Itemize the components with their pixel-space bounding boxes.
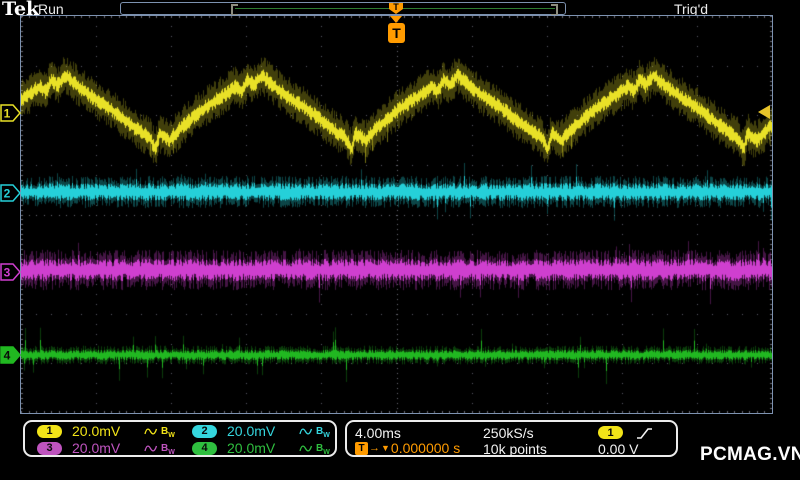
- channel-1-readout[interactable]: 1 20.0mV BW: [25, 423, 180, 439]
- channel-2-badge: 2: [192, 424, 217, 438]
- trigger-level-value: 0.00 V: [598, 441, 639, 457]
- bandwidth-limit-icon: BW: [161, 442, 175, 456]
- trigger-position-badge[interactable]: T: [388, 23, 405, 43]
- trigger-position-arrow-icon[interactable]: [390, 16, 402, 23]
- trigger-source-badge[interactable]: 1: [598, 426, 623, 439]
- channel-3-position-marker[interactable]: 3: [0, 263, 22, 281]
- ac-sine-icon: [144, 445, 158, 451]
- bandwidth-limit-icon: BW: [316, 425, 330, 439]
- channel-2-readout[interactable]: 2 20.0mV BW: [180, 423, 335, 439]
- channel-2-position-marker[interactable]: 2: [0, 184, 22, 202]
- rising-edge-icon: [637, 428, 652, 439]
- channel-readout-box[interactable]: 1 20.0mV BW 2 20.0mV BW 3 20.0mV BW 4 20.0mV BW: [23, 420, 337, 457]
- channel-readout-row: 3 20.0mV BW 4 20.0mV BW: [25, 440, 335, 456]
- channel-4-readout[interactable]: 4 20.0mV BW: [180, 440, 335, 456]
- channel-4-position-marker[interactable]: 4: [0, 346, 22, 364]
- svg-text:2: 2: [4, 187, 11, 201]
- channel-1-position-marker[interactable]: 1: [0, 104, 22, 122]
- oscilloscope-screen: Tek Run T Trig'd T 1234 1 20.0mV BW 2 20.0mV…: [0, 0, 800, 480]
- channel-readout-row: 1 20.0mV BW 2 20.0mV BW: [25, 423, 335, 439]
- channel-4-badge: 4: [192, 441, 217, 455]
- ac-sine-icon: [299, 428, 313, 434]
- trigger-position-value: 0.000000 s: [390, 440, 461, 456]
- trigger-position-readout: T → ▼ 0.000000 s: [355, 440, 460, 456]
- arrow-down-icon: ▼: [381, 443, 390, 453]
- bandwidth-limit-icon: BW: [316, 442, 330, 456]
- trigger-level-arrow-icon[interactable]: [757, 104, 771, 120]
- svg-text:1: 1: [4, 107, 11, 121]
- svg-text:3: 3: [4, 266, 11, 280]
- channel-3-badge: 3: [37, 441, 62, 455]
- sample-rate-value: 250kS/s: [483, 425, 534, 441]
- record-trigger-marker-icon[interactable]: T: [389, 3, 403, 14]
- trigger-t-icon: T: [355, 441, 368, 455]
- bandwidth-limit-icon: BW: [161, 425, 175, 439]
- horizontal-trigger-readout-box[interactable]: 4.00ms 250kS/s 1 T → ▼ 0.000000 s 10k po…: [345, 420, 678, 457]
- time-per-division-value: 4.00ms: [355, 425, 401, 441]
- record-length-value: 10k points: [483, 441, 547, 457]
- ac-sine-icon: [299, 445, 313, 451]
- waveform-canvas: [21, 16, 772, 413]
- channel-1-badge: 1: [37, 424, 62, 438]
- ac-sine-icon: [144, 428, 158, 434]
- svg-text:4: 4: [4, 349, 11, 363]
- arrow-right-icon: →: [369, 442, 380, 454]
- channel-3-readout[interactable]: 3 20.0mV BW: [25, 440, 180, 456]
- record-view-bar[interactable]: T: [120, 2, 566, 16]
- channel-1-scale-value: 20.0mV: [72, 423, 121, 439]
- waveform-display-area: [20, 15, 773, 414]
- channel-3-scale-value: 20.0mV: [72, 440, 121, 456]
- watermark-text: PCMAG.VN: [700, 444, 800, 465]
- channel-4-scale-value: 20.0mV: [227, 440, 276, 456]
- channel-2-scale-value: 20.0mV: [227, 423, 276, 439]
